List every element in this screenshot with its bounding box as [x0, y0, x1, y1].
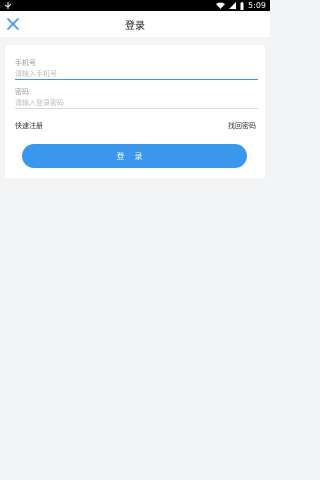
- login-card: 手机号 密码 快速注册 找回密码 登录: [5, 45, 265, 178]
- register-link[interactable]: 快速注册: [15, 121, 43, 131]
- password-input[interactable]: [15, 97, 258, 109]
- phone-input[interactable]: [15, 68, 258, 80]
- close-button[interactable]: [5, 16, 21, 32]
- signal-icon: [229, 2, 237, 9]
- usb-icon: [4, 2, 12, 9]
- phone-label: 手机号: [15, 59, 36, 67]
- empty-background: [0, 178, 270, 480]
- battery-icon: [240, 1, 244, 10]
- status-time: 5:09: [248, 1, 266, 10]
- status-left: [4, 2, 12, 9]
- forgot-password-link[interactable]: 找回密码: [228, 121, 256, 131]
- status-bar: 5:09: [0, 0, 270, 11]
- page-title: 登录: [125, 20, 145, 32]
- status-right: 5:09: [216, 1, 266, 10]
- wifi-icon: [216, 2, 226, 9]
- close-icon: [7, 15, 19, 34]
- login-button[interactable]: 登录: [22, 144, 247, 168]
- title-bar: 登录: [0, 11, 270, 37]
- password-label: 密码: [15, 88, 29, 96]
